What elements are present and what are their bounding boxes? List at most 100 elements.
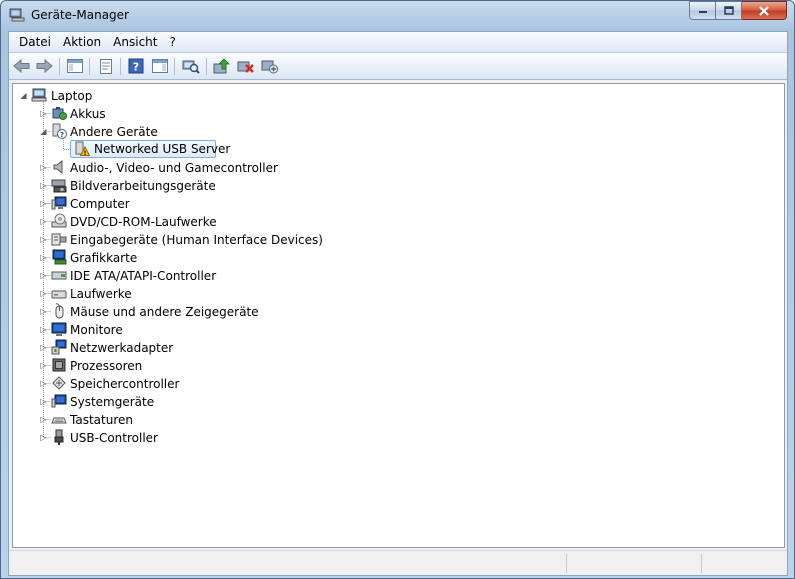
device-manager-window: Geräte-Manager Datei Aktion Ansicht ? ? … [0,0,795,579]
menu-aktion[interactable]: Aktion [57,32,107,52]
monitor-icon [51,322,67,336]
tree-node-laufwerke[interactable]: ▷ Laufwerke [13,285,313,303]
tree-node-label: Speichercontroller [70,377,180,391]
minimize-icon [698,10,707,13]
camera-icon [51,179,67,193]
status-bar [9,550,787,575]
tree-node-computer[interactable]: ▷ Computer [13,195,313,213]
expand-arrow-icon[interactable]: ▷ [39,379,48,388]
scan-hardware-button[interactable] [181,57,201,75]
tree-node-label: DVD/CD-ROM-Laufwerke [70,215,217,229]
monitor-icon [51,196,67,210]
disable-device-icon [261,60,278,74]
tree-node-andere-geraete[interactable]: ◢ ? Andere Geräte [13,123,213,141]
tree-node-root[interactable]: ◢ Laptop [13,87,213,105]
battery-icon [52,107,67,120]
expand-arrow-icon[interactable]: ▷ [39,307,48,316]
tree-node-usb-controller[interactable]: ▷ USB-Controller [13,429,313,447]
toolbar-separator [59,58,60,75]
console-tree-button[interactable] [65,57,85,75]
tree-node-grafikkarte[interactable]: ▷ Grafikkarte [13,249,313,267]
action-pane-button[interactable] [150,57,170,75]
maximize-button[interactable] [716,1,742,20]
svg-text:?: ? [60,131,64,139]
menu-help[interactable]: ? [163,32,181,52]
collapse-arrow-icon[interactable]: ◢ [19,91,28,100]
expand-arrow-icon[interactable]: ▷ [39,397,48,406]
expand-arrow-icon[interactable]: ▷ [39,181,48,190]
tree-node-label: USB-Controller [70,431,158,445]
maximize-icon [723,6,734,15]
tree-node-networked-usb-server[interactable]: ! Networked USB Server [70,140,230,158]
show-hide-console-tree-icon [67,59,83,73]
system-device-icon [51,394,67,408]
uninstall-button[interactable] [236,57,256,75]
storage-controller-icon [52,376,66,390]
tree-node-label: Tastaturen [70,413,133,427]
properties-button[interactable] [96,57,116,75]
toolbar-separator [174,58,175,75]
expand-arrow-icon[interactable]: ▷ [39,109,48,118]
status-pane-divider [701,554,702,573]
tree-node-monitore[interactable]: ▷ Monitore [13,321,313,339]
tree-node-label: Networked USB Server [94,142,231,156]
computer-icon [31,88,47,102]
expand-arrow-icon[interactable]: ▷ [39,217,48,226]
uninstall-icon [237,61,254,73]
forward-button[interactable] [34,57,54,75]
disable-device-button[interactable] [260,57,280,75]
tree-node-label: Monitore [70,323,123,337]
tree-node-hid[interactable]: ▷ Eingabegeräte (Human Interface Devices… [13,231,353,249]
expand-arrow-icon[interactable]: ▷ [39,253,48,262]
toolbar: ? [9,53,787,80]
tree-node-label: Audio-, Video- und Gamecontroller [70,161,278,175]
tree-node-akkus[interactable]: ▷ Akkus [13,105,213,123]
tree-node-maeuse[interactable]: ▷ Mäuse und andere Zeigegeräte [13,303,313,321]
speaker-icon [53,159,63,175]
tree-node-tastaturen[interactable]: ▷ Tastaturen [13,411,313,429]
expand-arrow-icon[interactable]: ▷ [39,343,48,352]
update-driver-button[interactable] [212,57,232,75]
expand-arrow-icon[interactable]: ▷ [39,163,48,172]
title-bar[interactable]: Geräte-Manager [1,1,794,31]
expand-arrow-icon[interactable]: ▷ [39,433,48,442]
processor-icon [52,358,66,372]
minimize-button[interactable] [689,1,716,20]
expand-arrow-icon[interactable]: ▷ [39,289,48,298]
menu-ansicht[interactable]: Ansicht [107,32,163,52]
optical-drive-icon [51,213,67,228]
tree-node-speichercontroller[interactable]: ▷ Speichercontroller [13,375,313,393]
svg-text:!: ! [84,150,87,157]
tree-node-ide[interactable]: ▷ IDE ATA/ATAPI-Controller [13,267,313,285]
tree-node-netzwerkadapter[interactable]: ▷ Netzwerkadapter [13,339,313,357]
expand-arrow-icon[interactable]: ▷ [39,415,48,424]
close-icon [759,5,769,16]
ide-controller-icon [51,271,67,280]
tree-node-dvd[interactable]: ▷ DVD/CD-ROM-Laufwerke [13,213,313,231]
expand-arrow-icon[interactable]: ▷ [39,235,48,244]
help-button[interactable]: ? [126,57,146,75]
expand-arrow-icon[interactable]: ▷ [39,325,48,334]
collapse-arrow-icon[interactable]: ◢ [39,127,48,136]
mouse-icon [55,303,64,319]
properties-icon [100,58,112,74]
close-button[interactable] [742,1,787,20]
expand-arrow-icon[interactable]: ▷ [39,199,48,208]
client-area: Datei Aktion Ansicht ? ? ◢ Laptop ▷ Akku… [8,31,788,576]
device-tree: ◢ Laptop ▷ Akkus ◢ ? Andere Geräte ! Net… [12,83,785,548]
tree-node-label: Prozessoren [70,359,143,373]
tree-node-systemgeraete[interactable]: ▷ Systemgeräte [13,393,313,411]
menu-bar: Datei Aktion Ansicht ? [9,32,787,53]
tree-node-prozessoren[interactable]: ▷ Prozessoren [13,357,313,375]
tree-node-bildverarbeitung[interactable]: ▷ Bildverarbeitungsgeräte [13,177,313,195]
warning-device-icon: ! [75,141,90,157]
menu-datei[interactable]: Datei [13,32,57,52]
svg-text:?: ? [133,61,139,74]
expand-arrow-icon[interactable]: ▷ [39,361,48,370]
tree-node-label: Computer [70,197,130,211]
tree-node-audio[interactable]: ▷ Audio-, Video- und Gamecontroller [13,159,313,177]
back-button[interactable] [12,57,32,75]
toolbar-separator [89,58,90,75]
expand-arrow-icon[interactable]: ▷ [39,271,48,280]
tree-node-label: Akkus [70,107,106,121]
